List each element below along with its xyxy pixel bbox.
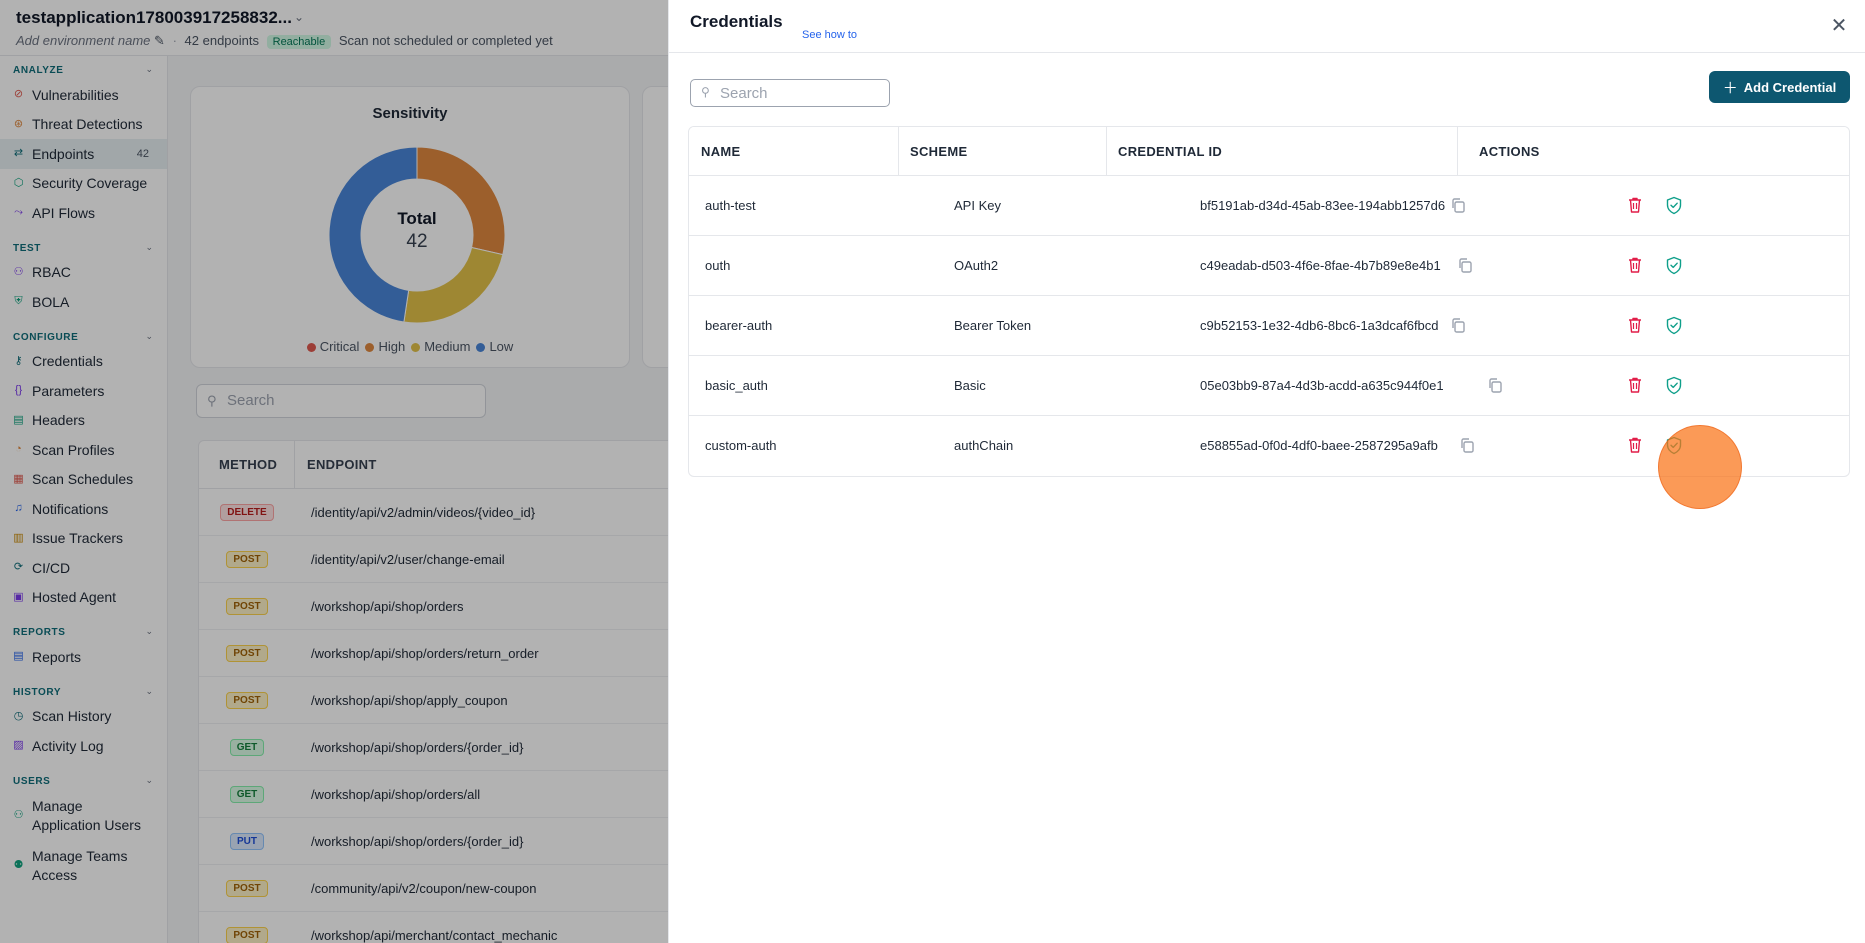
credential-id: c9b52153-1e32-4db6-8bc6-1a3dcaf6fbcd (1200, 318, 1439, 333)
credential-scheme: Basic (954, 378, 986, 393)
credential-id: e58855ad-0f0d-4df0-baee-2587295a9afb (1200, 438, 1438, 453)
credential-name: outh (705, 258, 731, 273)
drawer-title: Credentials (690, 12, 783, 31)
shield-check-icon[interactable] (1665, 196, 1683, 215)
trash-icon[interactable] (1627, 196, 1643, 214)
credential-scheme: API Key (954, 198, 1001, 213)
credential-id-column-header[interactable]: CREDENTIAL ID (1118, 127, 1222, 176)
shield-check-icon[interactable] (1665, 376, 1683, 395)
credential-row[interactable]: bearer-auth Bearer Token c9b52153-1e32-4db… (689, 296, 1849, 356)
credentials-table-header: NAME SCHEME CREDENTIAL ID ACTIONS (689, 127, 1849, 176)
scheme-column-header[interactable]: SCHEME (910, 127, 967, 176)
trash-icon[interactable] (1627, 316, 1643, 334)
name-column-header[interactable]: NAME (701, 127, 740, 176)
copy-icon[interactable] (1450, 317, 1466, 334)
drawer-header: Credentials See how to ✕ (669, 0, 1865, 53)
see-how-link[interactable]: See how to (802, 29, 857, 41)
credential-scheme: authChain (954, 438, 1014, 453)
shield-check-icon[interactable] (1665, 316, 1683, 335)
credentials-search-field[interactable] (720, 83, 880, 103)
search-icon: ⚲ (701, 85, 710, 99)
copy-icon[interactable] (1459, 437, 1475, 454)
credential-name: basic_auth (705, 378, 768, 393)
credential-name: auth-test (705, 198, 756, 213)
credential-name: bearer-auth (705, 318, 773, 333)
copy-icon[interactable] (1487, 377, 1503, 394)
plus-icon: ＋ (1722, 79, 1738, 97)
credential-row[interactable]: outh OAuth2 c49eadab-d503-4f6e-8fae-4b7b89… (689, 236, 1849, 296)
credential-name: custom-auth (705, 438, 777, 453)
copy-icon[interactable] (1457, 257, 1473, 274)
add-credential-button[interactable]: ＋ Add Credential (1709, 71, 1850, 103)
credential-scheme: OAuth2 (954, 258, 999, 273)
shield-check-icon[interactable] (1665, 256, 1683, 275)
credential-id: c49eadab-d503-4f6e-8fae-4b7b89e8e4b1 (1200, 258, 1441, 273)
trash-icon[interactable] (1627, 436, 1643, 454)
credentials-table: NAME SCHEME CREDENTIAL ID ACTIONS auth-t… (688, 126, 1850, 477)
trash-icon[interactable] (1627, 256, 1643, 274)
credential-row[interactable]: auth-test API Key bf5191ab-d34d-45ab-83ee-… (689, 176, 1849, 236)
credential-scheme: Bearer Token (954, 318, 1032, 333)
modal-overlay[interactable] (0, 0, 668, 943)
close-icon[interactable]: ✕ (1828, 15, 1850, 37)
copy-icon[interactable] (1450, 197, 1466, 214)
click-indicator (1658, 425, 1742, 509)
credentials-search-input[interactable]: ⚲ (690, 79, 890, 107)
trash-icon[interactable] (1627, 376, 1643, 394)
credential-id: 05e03bb9-87a4-4d3b-acdd-a635c944f0e1 (1200, 378, 1444, 393)
credential-id: bf5191ab-d34d-45ab-83ee-194abb1257d6 (1200, 198, 1446, 213)
credential-row[interactable]: basic_auth Basic 05e03bb9-87a4-4d3b-acdd-a… (689, 356, 1849, 416)
actions-column-header: ACTIONS (1479, 144, 1540, 159)
